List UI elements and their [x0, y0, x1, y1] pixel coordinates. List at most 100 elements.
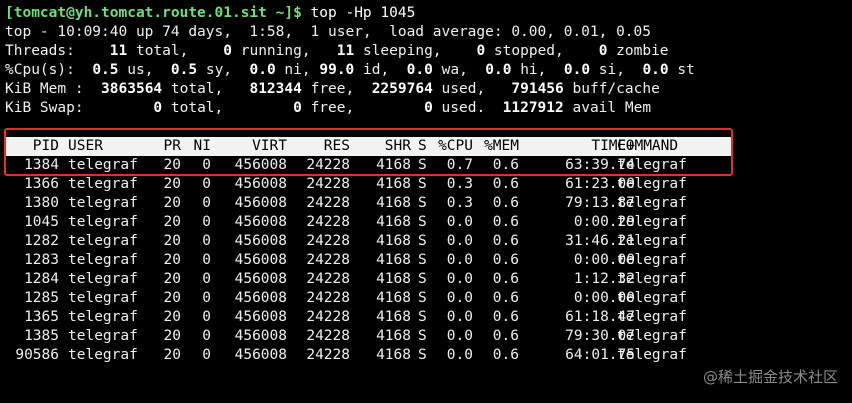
cell-mem: 0.6: [492, 214, 519, 230]
process-row: 1284 telegraf 20 0 456008 24228 4168 S 0.0 0.6 1:1…: [5, 270, 850, 289]
process-row: 1366 telegraf 20 0 456008 24228 4168 S 0.3 0.6 61:…: [5, 175, 850, 194]
cell-pr: 20: [163, 328, 181, 344]
process-row: 1385 telegraf 20 0 456008 24228 4168 S 0.0 0.6 79:…: [5, 327, 850, 346]
cell-virt: 456008: [234, 328, 287, 344]
cell-cpu: 0.3: [446, 195, 473, 211]
cell-mem: 0.6: [492, 252, 519, 268]
cell-virt: 456008: [234, 233, 287, 249]
cell-shr: 4168: [376, 271, 411, 287]
cell-virt: 456008: [234, 290, 287, 306]
cell-pid: 90586: [15, 347, 59, 363]
cell-cpu: 0.0: [446, 214, 473, 230]
cell-s: S: [418, 271, 427, 287]
threads-summary-line: Threads: 11 total, 0 running, 11 sleepin…: [5, 43, 669, 59]
cell-res: 24228: [306, 347, 350, 363]
cell-s: S: [418, 176, 427, 192]
shell-command: top -Hp 1045: [301, 5, 416, 21]
cell-pid: 1045: [24, 214, 59, 230]
cell-cpu: 0.0: [446, 328, 473, 344]
cell-virt: 456008: [234, 195, 287, 211]
cell-virt: 456008: [234, 252, 287, 268]
cell-mem: 0.6: [492, 347, 519, 363]
process-table-body: 1384 telegraf 20 0 456008 24228 4168 S 0.7 0.6 63:…: [5, 156, 850, 365]
cell-user: telegraf: [68, 176, 138, 192]
process-row: 1045 telegraf 20 0 456008 24228 4168 S 0.0 0.6 0:0…: [5, 213, 850, 232]
cell-cpu: 0.0: [446, 233, 473, 249]
shell-prompt-line: [tomcat@yh.tomcat.route.01.sit ~]$ top -…: [5, 4, 850, 23]
cell-command: telegraf: [617, 233, 687, 249]
memory-summary-line: KiB Mem : 3863564 total, 812344 free, 22…: [5, 81, 660, 97]
cell-ni: 0: [202, 214, 211, 230]
cell-virt: 456008: [234, 271, 287, 287]
cell-s: S: [418, 195, 427, 211]
top-uptime-line: top - 10:09:40 up 74 days, 1:58, 1 user,…: [5, 24, 652, 40]
process-row: 1282 telegraf 20 0 456008 24228 4168 S 0.0 0.6 31:…: [5, 232, 850, 251]
swap-summary-line: KiB Swap: 0 total, 0 free, 0 used. 11279…: [5, 100, 652, 116]
cell-ni: 0: [202, 290, 211, 306]
cell-cpu: 0.0: [446, 309, 473, 325]
cell-pid: 1282: [24, 233, 59, 249]
cell-command: telegraf: [617, 290, 687, 306]
cell-pid: 1284: [24, 271, 59, 287]
cell-user: telegraf: [68, 347, 138, 363]
cell-pr: 20: [163, 252, 181, 268]
cell-mem: 0.6: [492, 271, 519, 287]
cell-pid: 1365: [24, 309, 59, 325]
cell-pid: 1385: [24, 328, 59, 344]
cell-s: S: [418, 233, 427, 249]
cell-pr: 20: [163, 271, 181, 287]
cell-res: 24228: [306, 290, 350, 306]
cell-res: 24228: [306, 328, 350, 344]
cell-shr: 4168: [376, 328, 411, 344]
cell-ni: 0: [202, 176, 211, 192]
process-row: 1380 telegraf 20 0 456008 24228 4168 S 0.3 0.6 79:…: [5, 194, 850, 213]
cell-command: telegraf: [617, 347, 687, 363]
cpu-summary-line: %Cpu(s): 0.5 us, 0.5 sy, 0.0 ni, 99.0 id…: [5, 62, 695, 78]
cell-pr: 20: [163, 195, 181, 211]
cell-pid: 1283: [24, 252, 59, 268]
cell-shr: 4168: [376, 290, 411, 306]
cell-user: telegraf: [68, 233, 138, 249]
cell-pid: 1380: [24, 195, 59, 211]
cell-command: telegraf: [617, 176, 687, 192]
terminal-window[interactable]: [tomcat@yh.tomcat.route.01.sit ~]$ top -…: [5, 4, 850, 365]
cell-shr: 4168: [376, 176, 411, 192]
cell-cpu: 0.0: [446, 347, 473, 363]
cell-ni: 0: [202, 271, 211, 287]
cell-user: telegraf: [68, 195, 138, 211]
watermark: @稀土掘金技术社区: [702, 368, 838, 386]
cell-user: telegraf: [68, 290, 138, 306]
cell-user: telegraf: [68, 328, 138, 344]
cell-s: S: [418, 214, 427, 230]
cell-shr: 4168: [376, 233, 411, 249]
cell-command: telegraf: [617, 271, 687, 287]
cell-pr: 20: [163, 347, 181, 363]
cell-pr: 20: [163, 214, 181, 230]
cell-pid: 1285: [24, 290, 59, 306]
cell-pr: 20: [163, 290, 181, 306]
cell-res: 24228: [306, 252, 350, 268]
cell-s: S: [418, 252, 427, 268]
cell-s: S: [418, 328, 427, 344]
cell-ni: 0: [202, 347, 211, 363]
cell-cpu: 0.0: [446, 252, 473, 268]
cell-mem: 0.6: [492, 233, 519, 249]
cell-ni: 0: [202, 328, 211, 344]
cell-shr: 4168: [376, 347, 411, 363]
shell-prompt: [tomcat@yh.tomcat.route.01.sit ~]$: [5, 5, 302, 21]
cell-pr: 20: [163, 309, 181, 325]
cell-user: telegraf: [68, 271, 138, 287]
cell-shr: 4168: [376, 309, 411, 325]
cell-s: S: [418, 309, 427, 325]
cell-cpu: 0.0: [446, 271, 473, 287]
cell-virt: 456008: [234, 176, 287, 192]
cell-user: telegraf: [68, 252, 138, 268]
cell-pr: 20: [163, 176, 181, 192]
cell-command: telegraf: [617, 252, 687, 268]
process-row: 1283 telegraf 20 0 456008 24228 4168 S 0.0 0.6 0:0…: [5, 251, 850, 270]
cell-shr: 4168: [376, 252, 411, 268]
process-row: 1365 telegraf 20 0 456008 24228 4168 S 0.0 0.6 61:…: [5, 308, 850, 327]
cell-command: telegraf: [617, 328, 687, 344]
cell-res: 24228: [306, 176, 350, 192]
cell-mem: 0.6: [492, 328, 519, 344]
